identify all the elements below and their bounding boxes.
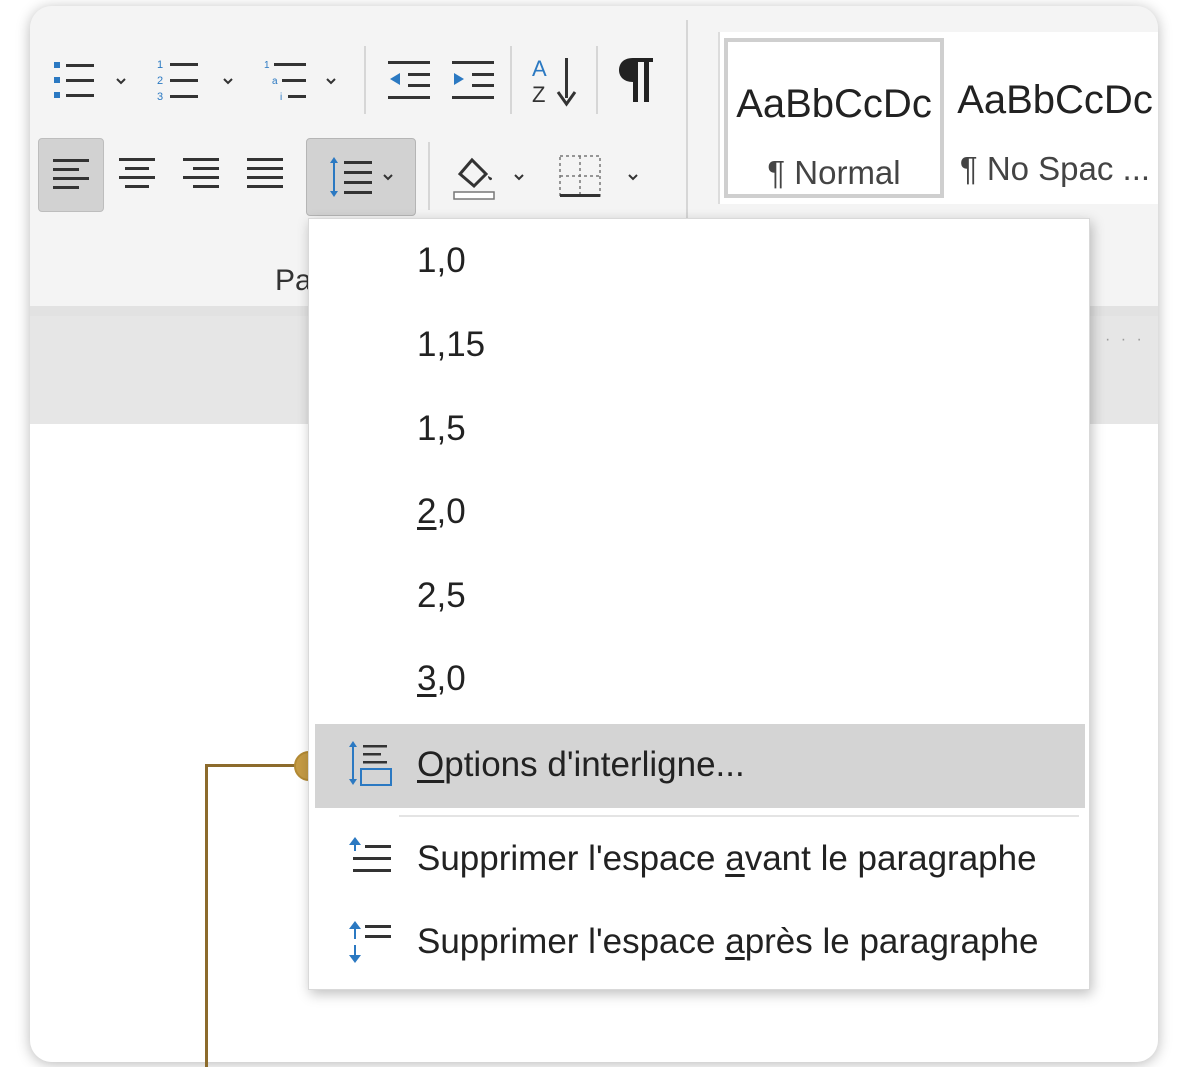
decrease-indent-button[interactable] bbox=[380, 52, 438, 108]
show-formatting-button[interactable] bbox=[608, 50, 666, 110]
style-normal[interactable]: AaBbCcDc ¶ Normal bbox=[724, 38, 944, 198]
menu-item-3-0[interactable]: 3,0 bbox=[417, 659, 466, 699]
svg-text:3: 3 bbox=[157, 91, 163, 103]
callout-line bbox=[205, 764, 208, 1067]
separator bbox=[510, 46, 512, 114]
separator bbox=[364, 46, 366, 114]
paragraph-group-label: Pa bbox=[275, 264, 312, 297]
menu-item-remove-space-before[interactable]: Supprimer l'espace avant le paragraphe bbox=[417, 839, 1037, 879]
borders-button[interactable] bbox=[550, 146, 610, 206]
shading-icon bbox=[453, 157, 495, 200]
menu-item-1-5[interactable]: 1,5 bbox=[417, 409, 466, 449]
bullets-button[interactable] bbox=[44, 52, 104, 108]
svg-text:A: A bbox=[532, 56, 547, 81]
remove-space-before-icon bbox=[349, 837, 391, 872]
menu-item-2-5[interactable]: 2,5 bbox=[417, 576, 466, 616]
line-spacing-button[interactable] bbox=[306, 138, 416, 216]
shading-button[interactable] bbox=[444, 146, 504, 206]
separator bbox=[686, 20, 688, 220]
justify-button[interactable] bbox=[236, 142, 294, 206]
borders-icon bbox=[559, 155, 601, 197]
line-spacing-menu: 1,0 1,15 1,5 2,0 2,5 3,0 Options d'inter… bbox=[308, 218, 1090, 990]
separator bbox=[596, 46, 598, 114]
align-left-icon bbox=[53, 159, 89, 189]
menu-item-1-0[interactable]: 1,0 bbox=[417, 241, 466, 281]
style-no-spacing[interactable]: AaBbCcDc ¶ No Spac ... bbox=[950, 38, 1158, 198]
chevron-down-icon[interactable] bbox=[326, 76, 336, 86]
svg-text:Z: Z bbox=[532, 82, 545, 107]
justify-icon bbox=[247, 158, 283, 188]
menu-item-1-15[interactable]: 1,15 bbox=[417, 325, 485, 365]
sort-button[interactable]: A Z bbox=[524, 50, 584, 110]
menu-item-remove-space-after[interactable]: Supprimer l'espace après le paragraphe bbox=[417, 922, 1039, 962]
sort-icon: A Z bbox=[532, 56, 577, 107]
svg-text:2: 2 bbox=[157, 75, 163, 87]
svg-text:a: a bbox=[272, 76, 278, 87]
chevron-down-icon bbox=[383, 174, 393, 181]
separator bbox=[428, 142, 430, 210]
styles-gallery: AaBbCcDc ¶ Normal AaBbCcDc ¶ No Spac ... bbox=[718, 32, 1158, 204]
line-spacing-options-icon bbox=[349, 741, 392, 786]
multilevel-list-icon: 1 a i bbox=[264, 60, 306, 103]
style-sample: AaBbCcDc bbox=[957, 78, 1153, 122]
ruler-ticks: · · · bbox=[1105, 331, 1145, 348]
style-name: ¶ Normal bbox=[767, 154, 901, 191]
svg-text:1: 1 bbox=[264, 60, 270, 71]
decrease-indent-icon bbox=[388, 61, 430, 99]
align-center-button[interactable] bbox=[108, 142, 166, 206]
align-left-button[interactable] bbox=[38, 138, 104, 212]
menu-separator bbox=[399, 815, 1079, 817]
menu-item-2-0[interactable]: 2,0 bbox=[417, 492, 466, 532]
bullets-icon bbox=[54, 62, 94, 98]
chevron-down-icon[interactable] bbox=[514, 172, 524, 182]
remove-space-after-icon bbox=[349, 921, 391, 963]
line-spacing-options-label: Options d'interligne... bbox=[417, 745, 745, 784]
increase-indent-icon bbox=[452, 61, 494, 99]
pilcrow-icon bbox=[619, 58, 653, 102]
chevron-down-icon[interactable] bbox=[223, 76, 233, 86]
align-right-button[interactable] bbox=[172, 142, 230, 206]
style-sample: AaBbCcDc bbox=[736, 82, 932, 126]
align-right-icon bbox=[183, 158, 219, 188]
chevron-down-icon[interactable] bbox=[116, 76, 126, 86]
svg-text:1: 1 bbox=[157, 59, 163, 71]
numbering-icon: 1 2 3 bbox=[157, 59, 198, 103]
multilevel-list-button[interactable]: 1 a i bbox=[256, 52, 316, 108]
chevron-down-icon[interactable] bbox=[628, 172, 638, 182]
style-name: ¶ No Spac ... bbox=[959, 150, 1151, 187]
numbering-button[interactable]: 1 2 3 bbox=[148, 52, 208, 108]
increase-indent-button[interactable] bbox=[444, 52, 502, 108]
svg-text:i: i bbox=[280, 92, 282, 103]
line-spacing-icon bbox=[330, 157, 372, 197]
align-center-icon bbox=[119, 158, 155, 188]
